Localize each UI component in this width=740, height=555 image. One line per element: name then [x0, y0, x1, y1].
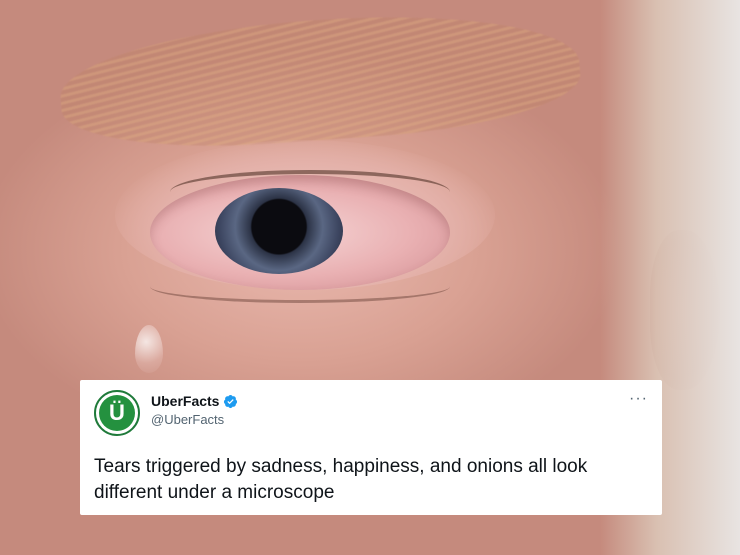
avatar-logo: Ü [99, 395, 135, 431]
more-options-icon[interactable]: ··· [629, 390, 648, 408]
display-name[interactable]: UberFacts [151, 393, 219, 409]
upper-lashes [170, 170, 450, 214]
tweet-text: Tears triggered by sadness, happiness, a… [94, 456, 588, 503]
lower-lashes [150, 270, 450, 303]
user-handle[interactable]: @UberFacts [151, 412, 224, 427]
display-name-row[interactable]: UberFacts [151, 393, 238, 409]
avatar[interactable]: Ü [94, 390, 140, 436]
tweet-card[interactable]: Ü UberFacts @UberFacts ··· Tears trigger… [80, 380, 662, 515]
verified-badge-icon [224, 394, 238, 408]
eyebrow [56, 2, 584, 158]
tear-drop [135, 325, 163, 373]
